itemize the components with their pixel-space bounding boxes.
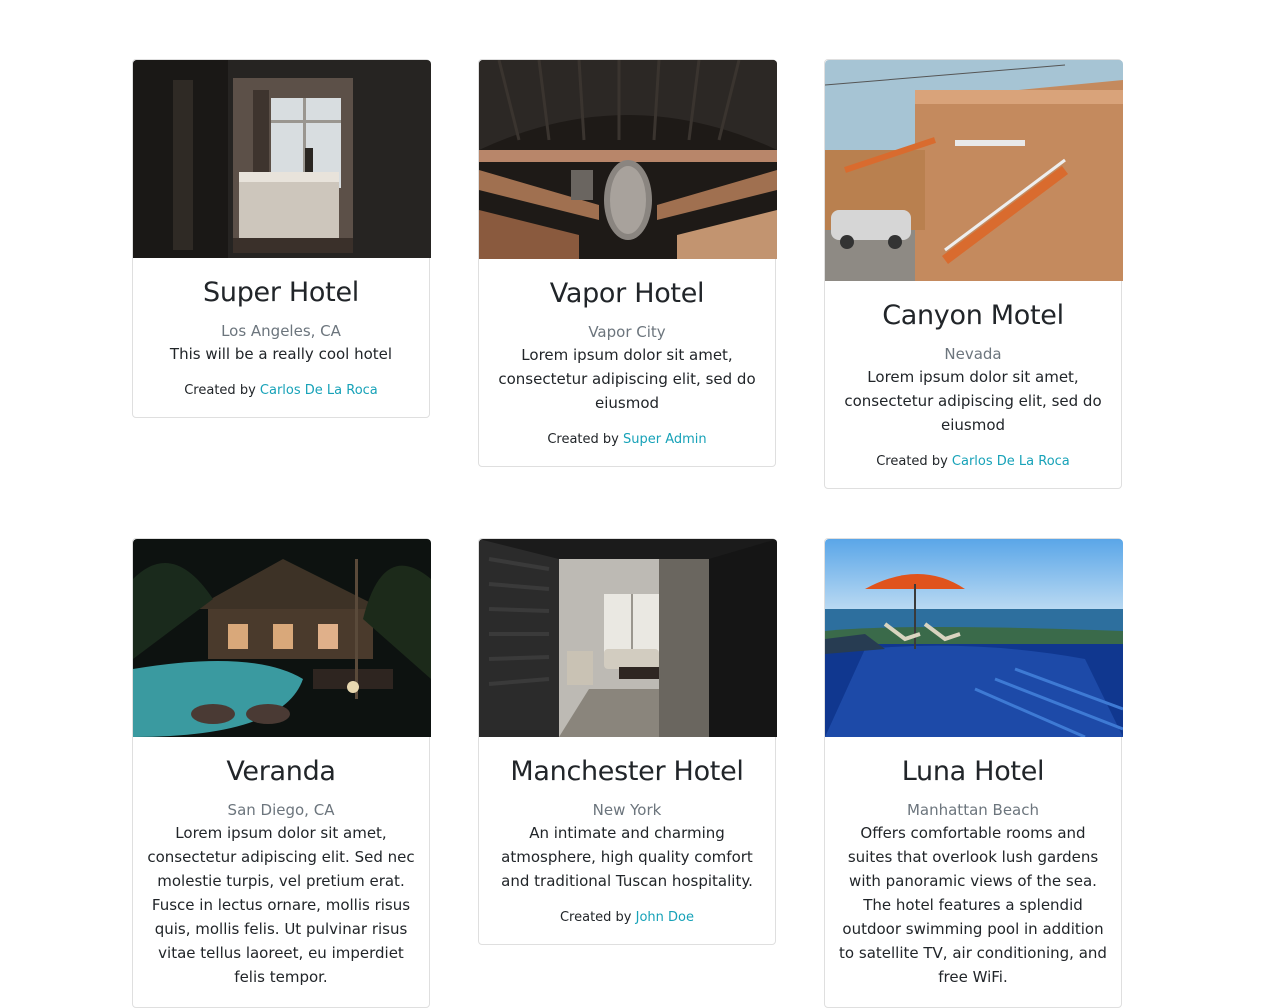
created-by-label: Created by [547, 432, 619, 447]
card-body: Manchester Hotel New York An intimate an… [479, 737, 775, 944]
hotel-location: San Diego, CA [227, 801, 335, 819]
hotel-room-window-photo [133, 60, 431, 258]
hotel-name: Luna Hotel [901, 756, 1045, 787]
hotel-card: Super Hotel Los Angeles, CA This will be… [132, 59, 431, 418]
author-link[interactable]: John Doe [636, 910, 694, 925]
hotel-row: Veranda San Diego, CA Lorem ipsum dolor … [132, 538, 1128, 1008]
card-body: Veranda San Diego, CA Lorem ipsum dolor … [133, 737, 429, 1007]
hotel-card: Vapor Hotel Vapor City Lorem ipsum dolor… [478, 59, 777, 467]
card-body: Vapor Hotel Vapor City Lorem ipsum dolor… [479, 259, 775, 466]
created-by: Created by John Doe [489, 910, 765, 926]
created-by: Created by Carlos De La Roca [143, 383, 419, 399]
hotel-description: Lorem ipsum dolor sit amet, consectetur … [844, 368, 1102, 434]
hotel-name: Canyon Motel [882, 300, 1064, 331]
hotel-card: Manchester Hotel New York An intimate an… [478, 538, 777, 945]
hotel-card: Canyon Motel Nevada Lorem ipsum dolor si… [824, 59, 1123, 489]
hotel-grid: Super Hotel Los Angeles, CA This will be… [132, 59, 1128, 1008]
hotel-location: Manhattan Beach [906, 801, 1040, 819]
author-link[interactable]: Super Admin [623, 432, 707, 447]
created-by: Created by Super Admin [489, 432, 765, 448]
hotel-name: Super Hotel [203, 277, 359, 308]
hotel-location: Vapor City [588, 323, 666, 341]
hotel-description: This will be a really cool hotel [169, 345, 393, 363]
hotel-name: Manchester Hotel [510, 756, 744, 787]
hallway-room-photo [479, 539, 777, 737]
hotel-card: Luna Hotel Manhattan Beach Offers comfor… [824, 538, 1123, 1008]
hotel-location: Los Angeles, CA [221, 322, 341, 340]
hotel-name: Veranda [226, 756, 336, 787]
created-by: Created by Carlos De La Roca [835, 454, 1111, 470]
motel-stairs-photo [825, 60, 1123, 281]
created-by-label: Created by [184, 383, 256, 398]
author-link[interactable]: Carlos De La Roca [260, 383, 378, 398]
hotel-row: Super Hotel Los Angeles, CA This will be… [132, 59, 1128, 489]
hotel-location: Nevada [944, 345, 1002, 363]
created-by-label: Created by [559, 910, 632, 925]
created-by-label: Created by [876, 454, 948, 469]
infinity-pool-photo [825, 539, 1123, 737]
author-link[interactable]: Carlos De La Roca [952, 454, 1070, 469]
hotel-description: Offers comfortable rooms and suites that… [839, 824, 1107, 986]
hotel-description: Lorem ipsum dolor sit amet, consectetur … [498, 346, 756, 412]
card-body: Canyon Motel Nevada Lorem ipsum dolor si… [825, 281, 1121, 488]
card-body: Super Hotel Los Angeles, CA This will be… [133, 258, 429, 417]
night-pool-photo [133, 539, 431, 737]
hotel-description: Lorem ipsum dolor sit amet, consectetur … [147, 824, 415, 986]
hotel-name: Vapor Hotel [549, 278, 705, 309]
hotel-location: New York [592, 801, 662, 819]
sauna-photo [479, 60, 777, 259]
hotel-description: An intimate and charming atmosphere, hig… [501, 824, 753, 890]
card-body: Luna Hotel Manhattan Beach Offers comfor… [825, 737, 1121, 1007]
hotel-card: Veranda San Diego, CA Lorem ipsum dolor … [132, 538, 431, 1008]
